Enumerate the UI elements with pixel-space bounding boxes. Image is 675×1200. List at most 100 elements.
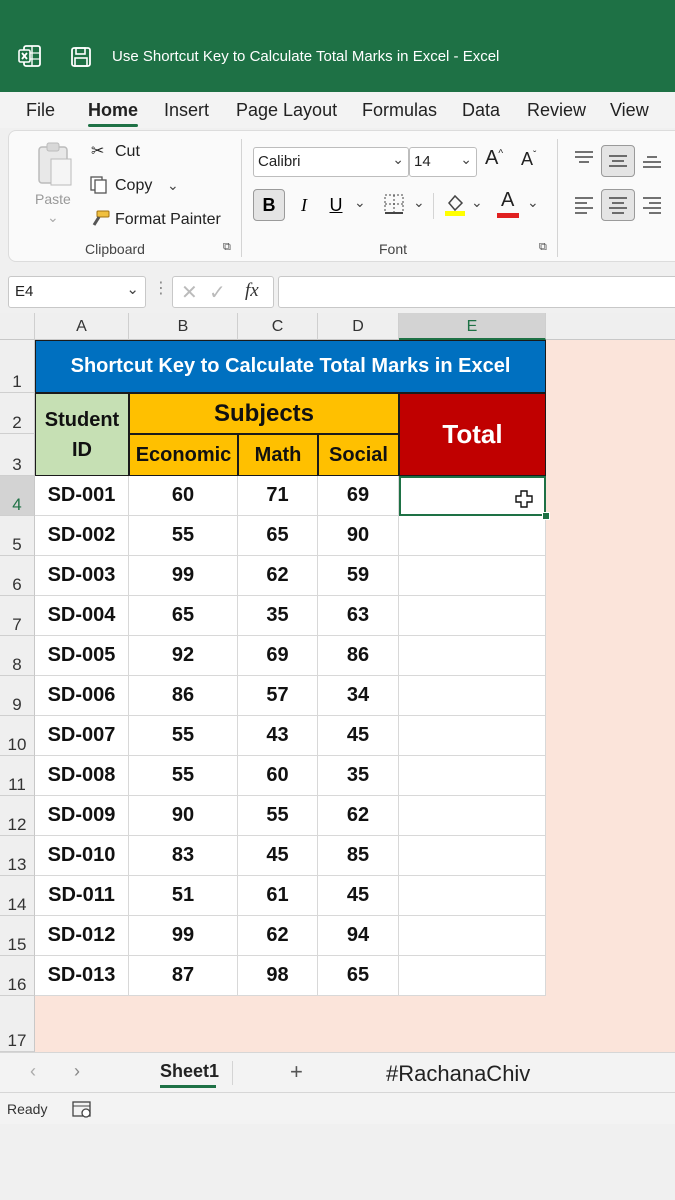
row-header[interactable]: 14 (0, 876, 35, 916)
chevron-down-icon[interactable]: ⌄ (471, 194, 483, 211)
student-id-cell[interactable]: SD-011 (35, 876, 129, 916)
font-name-select[interactable]: Calibri ⌄ (253, 147, 409, 177)
scissors-icon[interactable]: ✂ (91, 141, 104, 161)
tab-review[interactable]: Review (527, 100, 586, 121)
student-id-cell[interactable]: SD-012 (35, 916, 129, 956)
clipboard-launcher-icon[interactable]: ⧉ (223, 241, 231, 254)
format-painter-icon[interactable] (89, 209, 111, 229)
add-sheet-button[interactable]: + (290, 1059, 303, 1085)
student-id-cell[interactable]: SD-004 (35, 596, 129, 636)
row-header[interactable]: 4 (0, 476, 35, 516)
student-id-cell[interactable]: SD-002 (35, 516, 129, 556)
select-all-corner[interactable] (0, 313, 35, 340)
scroll-left-icon[interactable]: ‹ (30, 1061, 36, 1082)
underline-button[interactable]: U (323, 189, 349, 221)
row-header[interactable]: 8 (0, 636, 35, 676)
borders-icon[interactable] (383, 193, 405, 215)
row-header[interactable]: 11 (0, 756, 35, 796)
row-header[interactable]: 10 (0, 716, 35, 756)
math-cell[interactable]: 61 (238, 876, 318, 916)
align-center-button[interactable] (601, 189, 635, 221)
economic-cell[interactable]: 87 (129, 956, 238, 996)
more-options-icon[interactable]: ⋮ (153, 278, 169, 298)
student-id-cell[interactable]: SD-009 (35, 796, 129, 836)
column-header-b[interactable]: B (129, 313, 238, 340)
economic-cell[interactable]: 90 (129, 796, 238, 836)
scroll-right-icon[interactable]: › (74, 1061, 80, 1082)
copy-button[interactable]: Copy (115, 177, 152, 195)
math-cell[interactable]: 45 (238, 836, 318, 876)
row-header[interactable]: 1 (0, 340, 35, 393)
math-cell[interactable]: 69 (238, 636, 318, 676)
fill-handle[interactable] (542, 512, 550, 520)
chevron-down-icon[interactable]: ⌄ (413, 194, 425, 211)
insert-function-button[interactable]: fx (245, 280, 259, 302)
social-cell[interactable]: 59 (318, 556, 399, 596)
header-total[interactable]: Total (399, 393, 546, 476)
name-box[interactable]: E4 ⌄ (8, 276, 146, 308)
math-cell[interactable]: 43 (238, 716, 318, 756)
math-cell[interactable]: 35 (238, 596, 318, 636)
social-cell[interactable]: 85 (318, 836, 399, 876)
total-cell[interactable] (399, 836, 546, 876)
total-cell[interactable] (399, 676, 546, 716)
math-cell[interactable]: 62 (238, 916, 318, 956)
economic-cell[interactable]: 55 (129, 756, 238, 796)
align-bottom-icon[interactable] (641, 151, 663, 171)
student-id-cell[interactable]: SD-013 (35, 956, 129, 996)
row-header[interactable]: 5 (0, 516, 35, 556)
tab-home[interactable]: Home (88, 100, 139, 127)
student-id-cell[interactable]: SD-010 (35, 836, 129, 876)
total-cell[interactable] (399, 516, 546, 556)
column-header-d[interactable]: D (318, 313, 399, 340)
worksheet[interactable]: A B C D E 1 2 3 4 5 6 7 8 9 10 11 12 13 … (0, 313, 675, 1053)
copy-icon[interactable] (89, 175, 109, 195)
enter-icon[interactable]: ✓ (209, 280, 226, 305)
student-id-cell[interactable]: SD-008 (35, 756, 129, 796)
economic-cell[interactable]: 60 (129, 476, 238, 516)
total-cell[interactable] (399, 796, 546, 836)
row-header[interactable]: 13 (0, 836, 35, 876)
copy-dropdown-icon[interactable]: ⌄ (167, 177, 179, 194)
social-cell[interactable]: 34 (318, 676, 399, 716)
cut-button[interactable]: Cut (115, 143, 140, 161)
math-cell[interactable]: 71 (238, 476, 318, 516)
align-left-icon[interactable] (573, 195, 595, 215)
social-cell[interactable]: 65 (318, 956, 399, 996)
align-middle-button[interactable] (601, 145, 635, 177)
row-header[interactable]: 17 (0, 996, 35, 1052)
sheet-tab-sheet1[interactable]: Sheet1 (160, 1061, 219, 1082)
row-header[interactable]: 15 (0, 916, 35, 956)
save-icon[interactable] (70, 46, 92, 68)
math-cell[interactable]: 60 (238, 756, 318, 796)
math-cell[interactable]: 55 (238, 796, 318, 836)
economic-cell[interactable]: 65 (129, 596, 238, 636)
align-top-icon[interactable] (573, 149, 595, 169)
header-social[interactable]: Social (318, 434, 399, 476)
header-economic[interactable]: Economic (129, 434, 238, 476)
row-header[interactable]: 3 (0, 434, 35, 476)
tab-page-layout[interactable]: Page Layout (236, 100, 337, 121)
social-cell[interactable]: 90 (318, 516, 399, 556)
row-header[interactable]: 2 (0, 393, 35, 434)
total-cell[interactable] (399, 756, 546, 796)
economic-cell[interactable]: 99 (129, 556, 238, 596)
student-id-cell[interactable]: SD-003 (35, 556, 129, 596)
column-header-c[interactable]: C (238, 313, 318, 340)
social-cell[interactable]: 86 (318, 636, 399, 676)
student-id-cell[interactable]: SD-001 (35, 476, 129, 516)
cancel-icon[interactable]: ✕ (181, 280, 198, 305)
font-launcher-icon[interactable]: ⧉ (539, 241, 547, 254)
chevron-down-icon[interactable]: ⌄ (527, 194, 539, 211)
economic-cell[interactable]: 55 (129, 716, 238, 756)
social-cell[interactable]: 45 (318, 876, 399, 916)
tab-file[interactable]: File (26, 100, 55, 121)
row-header[interactable]: 9 (0, 676, 35, 716)
decrease-font-icon[interactable]: Aˇ (521, 149, 536, 170)
paste-dropdown-icon[interactable]: ⌄ (47, 209, 59, 226)
tab-formulas[interactable]: Formulas (362, 100, 437, 121)
font-color-icon[interactable]: A (501, 189, 514, 212)
header-math[interactable]: Math (238, 434, 318, 476)
increase-font-icon[interactable]: A^ (485, 147, 503, 170)
total-cell[interactable] (399, 636, 546, 676)
